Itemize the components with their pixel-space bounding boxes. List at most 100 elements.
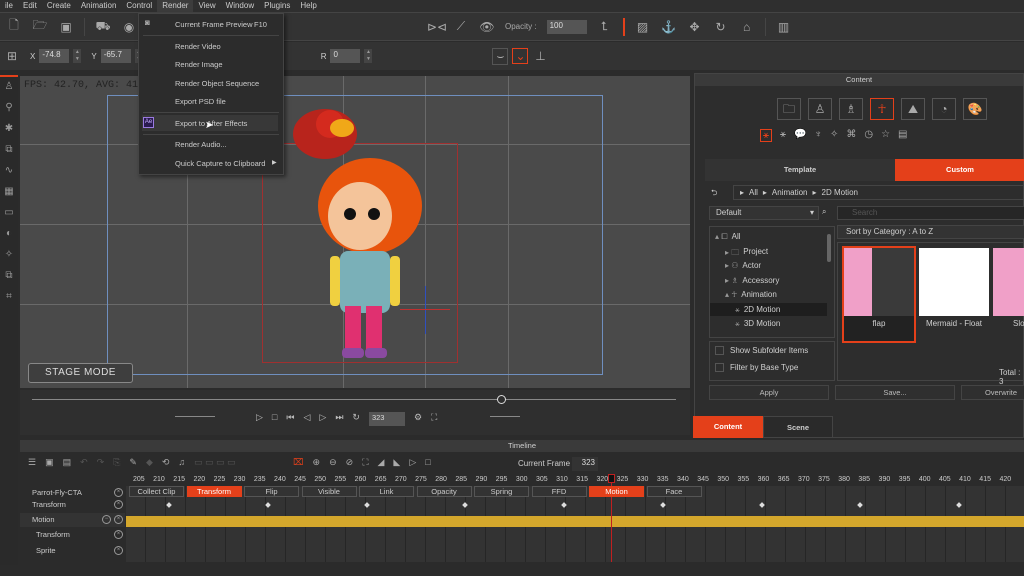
mask-icon[interactable]: ◐ <box>6 228 12 239</box>
breadcrumb-all[interactable]: All <box>749 186 758 199</box>
menu-create[interactable]: Create <box>42 0 76 12</box>
pose-icon[interactable]: ✧ <box>830 129 838 142</box>
sort-dropdown[interactable]: Sort by Category : A to Z <box>837 225 1024 239</box>
clip-visible[interactable]: Visible <box>301 486 357 497</box>
playback-slider[interactable] <box>32 399 676 400</box>
tab-scene[interactable]: Scene <box>763 416 833 438</box>
clip-spring[interactable]: Spring <box>474 486 529 497</box>
select-icon[interactable]: ▣ <box>45 457 54 468</box>
menu-control[interactable]: Control <box>121 0 157 12</box>
tree-item-3d-motion[interactable]: ⚹ 3D Motion <box>735 319 780 329</box>
menu-item-render-image[interactable]: Render Image <box>175 60 223 69</box>
show-subfolder-checkbox[interactable]: Show Subfolder Items <box>715 346 808 355</box>
zoom-in-icon[interactable]: ⊕ <box>313 457 321 468</box>
prev-frame-icon[interactable]: ◁ <box>303 412 310 426</box>
copy-icon[interactable]: ⎘ <box>113 457 120 468</box>
breadcrumb-2d-motion[interactable]: 2D Motion <box>822 186 858 199</box>
sprite-icon[interactable]: ⧉ <box>5 144 12 155</box>
tree-item-actor[interactable]: ▸ ⚇ Actor <box>725 261 761 270</box>
r-spinner[interactable]: ▲ ▼ <box>364 49 373 63</box>
x-input[interactable]: -74.8 <box>39 49 70 63</box>
save-button[interactable]: Save... <box>835 385 955 400</box>
menu-item-quick-capture[interactable]: Quick Capture to Clipboard <box>175 159 265 168</box>
tab-custom[interactable]: Custom <box>895 159 1024 181</box>
fit-icon[interactable]: ⛶ <box>362 457 368 468</box>
edit-icon[interactable]: ✎ <box>129 457 137 468</box>
open-folder-icon[interactable]: 🗁 <box>32 16 48 37</box>
back-icon[interactable]: ⮌ <box>711 187 717 201</box>
loop-icon[interactable]: ↻ <box>352 412 360 426</box>
menu-plugins[interactable]: Plugins <box>259 0 295 12</box>
y-input[interactable]: -65.7 <box>100 49 131 63</box>
fullscreen-icon[interactable]: ⛶ <box>431 412 437 426</box>
stop-icon[interactable]: □ <box>425 457 430 468</box>
remove-track-icon[interactable]: × <box>114 546 123 555</box>
frame-input[interactable]: 323 <box>368 412 405 426</box>
2d-motion-icon[interactable]: ⚹ <box>760 129 772 142</box>
eye-icon[interactable]: 👁 <box>479 20 495 34</box>
ruler-icon[interactable]: ⟋ <box>453 19 469 34</box>
tab-template[interactable]: Template <box>705 159 895 181</box>
anchor-icon[interactable]: ⚓ <box>661 20 677 34</box>
tie-icon[interactable]: ♆ <box>814 129 822 142</box>
mark-in-icon[interactable]: ◢ <box>378 457 385 468</box>
mesh-icon[interactable]: ⌗ <box>6 291 12 302</box>
align-icon[interactable]: ▥ <box>776 20 792 34</box>
menu-window[interactable]: Window <box>221 0 259 12</box>
tree-item-project[interactable]: ▸ 🗀 Project <box>725 247 768 261</box>
layer-icon[interactable]: ▤ <box>63 457 72 468</box>
ease-out-icon[interactable]: ⌄ <box>512 48 529 64</box>
breadcrumb-animation[interactable]: Animation <box>772 186 808 199</box>
wave-icon[interactable]: ∿ <box>5 165 13 176</box>
remove-track-icon[interactable]: × <box>114 500 123 509</box>
script-icon[interactable]: ▤ <box>898 129 907 142</box>
menu-item-render-audio[interactable]: Render Audio... <box>175 140 227 149</box>
tree-item-2d-motion[interactable]: ⚹ 2D Motion <box>735 305 780 315</box>
clip-link[interactable]: Link <box>359 486 414 497</box>
store-icon[interactable]: ⛟ <box>95 19 111 35</box>
track-sprite[interactable]: Sprite <box>20 544 125 558</box>
menu-item-render-video[interactable]: Render Video <box>175 42 221 51</box>
photo-icon[interactable]: ▨ <box>635 20 651 34</box>
settings-icon[interactable]: ⚙ <box>414 412 422 426</box>
star-icon[interactable]: ☆ <box>881 129 890 142</box>
menu-item-current-frame-preview[interactable]: Current Frame Preview <box>175 20 253 29</box>
content-item-flap[interactable]: flap <box>842 246 916 343</box>
attach-icon[interactable]: ⮤ <box>597 19 613 34</box>
ease-in-icon[interactable]: ⌣ <box>492 47 509 65</box>
clip-flip[interactable]: Flip <box>244 486 299 497</box>
prop-icon[interactable]: ◔ <box>932 98 956 120</box>
clip-face[interactable]: Face <box>646 486 702 497</box>
palette-icon[interactable]: 🎨 <box>963 98 987 120</box>
remove-track-icon[interactable]: × <box>114 515 123 524</box>
3d-motion-icon[interactable]: ⚹ <box>780 129 786 142</box>
effect-icon[interactable]: ◷ <box>864 129 873 142</box>
layer-icon[interactable]: ⧉ <box>5 270 12 281</box>
remove-track-icon[interactable]: × <box>114 530 123 539</box>
animation-icon[interactable]: ☥ <box>870 98 894 120</box>
clip-collect-clip[interactable]: Collect Clip <box>129 486 184 497</box>
flip-icon[interactable]: ⊳⊲ <box>427 20 447 34</box>
new-file-icon[interactable]: 🗋 <box>6 16 22 37</box>
pivot-grid-icon[interactable]: ⊞ <box>4 49 20 63</box>
current-frame-input[interactable]: 323 <box>572 457 598 471</box>
stop-icon[interactable]: □ <box>272 412 277 426</box>
menu-help[interactable]: Help <box>295 0 321 12</box>
menu-view[interactable]: View <box>193 0 220 12</box>
undo-icon[interactable]: ↶ <box>80 457 88 468</box>
zoom-out-icon[interactable]: ⊖ <box>329 457 337 468</box>
track-transform[interactable]: Transform <box>20 528 125 542</box>
preview-icon[interactable]: ◉ <box>121 20 137 34</box>
menu-animation[interactable]: Animation <box>76 0 122 12</box>
clip-opacity[interactable]: Opacity <box>416 486 472 497</box>
character-figure[interactable] <box>270 96 470 371</box>
r-input[interactable]: 0 <box>330 49 361 63</box>
tab-content[interactable]: Content <box>693 416 763 438</box>
playhead-handle[interactable] <box>608 474 615 483</box>
menu-edit[interactable]: Edit <box>18 0 42 12</box>
accessory-icon[interactable]: ♗ <box>839 98 863 120</box>
opacity-input[interactable]: 100 <box>546 19 587 34</box>
delete-key-icon[interactable]: ⌧ <box>293 457 303 468</box>
actor-icon[interactable]: ♙ <box>808 98 832 120</box>
playback-handle[interactable] <box>497 395 506 404</box>
